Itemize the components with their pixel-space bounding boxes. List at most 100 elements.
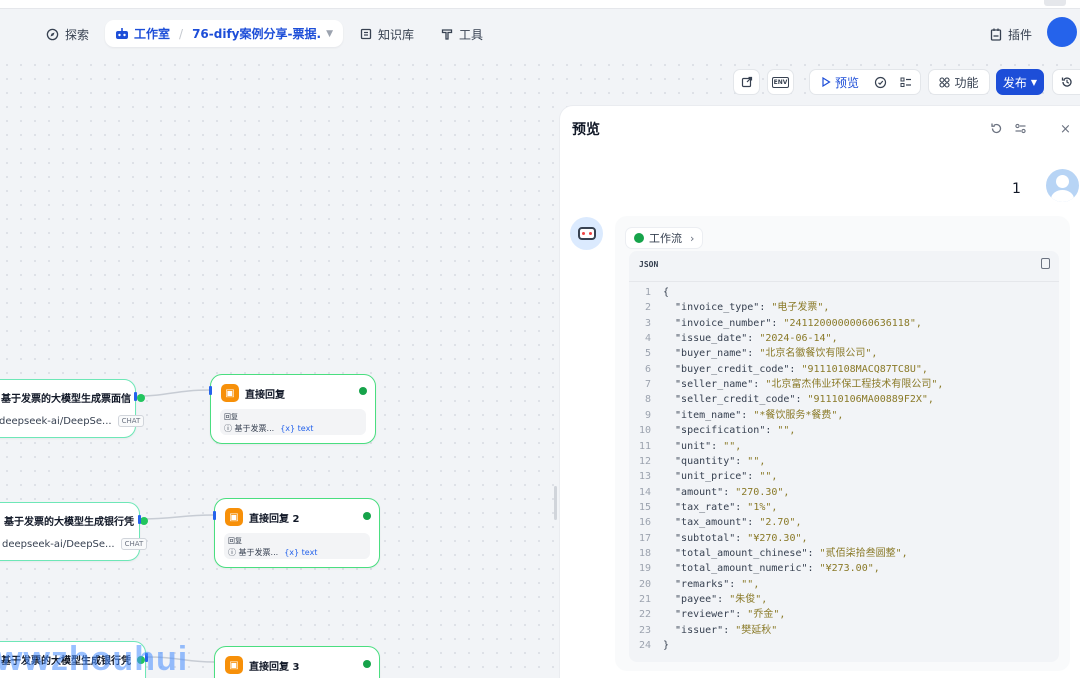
model-name: deepseek-ai/DeepSe...	[0, 415, 112, 427]
line-number: 21	[638, 594, 651, 605]
reply-icon: ▣	[225, 508, 243, 526]
reply-node-title: ▣ 直接回复 2	[225, 508, 299, 526]
reply-node-2[interactable]: ▣ 直接回复 2 回复 ⓘ 基于发票... {x} text	[214, 498, 380, 568]
toolbar-run-group: 预览	[809, 69, 921, 95]
close-icon[interactable]: ×	[1060, 122, 1071, 137]
toolbar-env-button[interactable]: ENV	[767, 69, 794, 95]
nav-plugins[interactable]: 插件	[990, 22, 1032, 46]
publish-label: 发布	[1002, 75, 1027, 90]
line-number: 24	[638, 640, 651, 652]
reply-label: 回复	[224, 413, 238, 421]
window-control[interactable]	[1044, 0, 1066, 6]
account-avatar[interactable]	[1047, 17, 1077, 47]
code-line: 8 "seller_credit_code": "91110106MA00889…	[629, 392, 934, 407]
code-line: 20 "remarks": "",	[629, 577, 759, 592]
json-key: "quantity":	[663, 455, 748, 467]
json-key: "issue_date":	[663, 333, 760, 345]
code-language: JSON	[639, 260, 659, 269]
json-value: "朱俊",	[729, 594, 768, 605]
code-line: 7 "seller_name": "北京富杰伟业环保工程技术有限公司",	[629, 377, 943, 392]
line-number: 19	[638, 563, 651, 575]
code-line: 13 "unit_price": "",	[629, 469, 777, 484]
json-key: "buyer_name":	[663, 348, 760, 360]
success-check-icon	[363, 660, 371, 668]
bot-avatar	[570, 217, 603, 250]
json-value: "",	[777, 425, 796, 437]
toolbar-open-button[interactable]	[733, 69, 760, 95]
json-value: "24112000000060636118",	[783, 317, 922, 329]
code-line: 18 "total_amount_chinese": "贰佰柒拾叁圆整",	[629, 546, 908, 561]
line-number: 22	[638, 609, 651, 621]
line-number: 13	[638, 471, 651, 483]
workflow-status-chip[interactable]: 工作流 ›	[625, 227, 704, 249]
reply-source: 基于发票...	[238, 548, 279, 557]
model-row: deepseek-ai/DeepSe... CHAT	[2, 538, 148, 550]
line-number: 6	[644, 363, 651, 375]
json-value: "2.70",	[759, 517, 802, 529]
reply-node-title-text: 直接回复	[245, 389, 285, 401]
panel-resize-handle[interactable]	[554, 486, 557, 520]
json-value: "¥270.30",	[747, 532, 808, 544]
reply-node-3[interactable]: ▣ 直接回复 3	[214, 646, 380, 678]
code-line: 23 "issuer": "樊延秋"	[629, 623, 777, 638]
restart-icon[interactable]	[990, 122, 1003, 138]
code-token: }	[663, 640, 670, 652]
input-handle[interactable]	[209, 386, 212, 395]
llm-node-2[interactable]: 基于发票的大模型生成银行凭 deepseek-ai/DeepSe... CHAT	[0, 502, 148, 561]
features-button[interactable]: 功能	[928, 69, 990, 95]
model-row: deepseek-ai/DeepSe... CHAT	[0, 415, 145, 427]
line-number: 3	[644, 317, 651, 329]
line-number: 2	[644, 302, 651, 314]
chevron-right-icon: ›	[690, 231, 695, 245]
external-link-icon	[741, 76, 752, 88]
code-line: 5 "buyer_name": "北京名徽餐饮有限公司",	[629, 346, 877, 361]
json-key: "remarks":	[663, 578, 742, 590]
code-line: 24}	[629, 638, 669, 653]
variables-icon[interactable]	[1014, 122, 1027, 138]
output-handle[interactable]	[138, 515, 141, 524]
preview-panel: 预览 × 1 工作流 › JSON 1{2 "invoice_type": "电…	[559, 105, 1080, 678]
output-handle[interactable]	[134, 392, 137, 401]
line-number: 20	[638, 578, 651, 590]
history-check-icon	[874, 76, 887, 88]
code-content[interactable]: 1{2 "invoice_type": "电子发票", 3 "invoice_nu…	[629, 281, 1059, 651]
llm-node-1[interactable]: 基于发票的大模型生成票面信 deepseek-ai/DeepSe... CHAT	[0, 379, 145, 438]
json-key: "tax_amount":	[663, 517, 760, 529]
watermark: wwzhouhui	[0, 640, 189, 678]
reply-content-box: 回复 ⓘ 基于发票... {x} text	[220, 409, 366, 435]
env-icon: ENV	[771, 76, 790, 88]
workflow-chip-label: 工作流	[649, 232, 682, 245]
json-value: "1%",	[747, 501, 778, 513]
reply-label: 回复	[228, 537, 242, 545]
preview-button[interactable]: 预览	[821, 70, 859, 94]
line-number: 8	[644, 394, 651, 406]
llm-node-title-text: 基于发票的大模型生成银行凭	[4, 517, 134, 528]
checklist-button[interactable]	[900, 70, 912, 94]
edge-2	[139, 514, 215, 520]
code-line: 2 "invoice_type": "电子发票",	[629, 300, 829, 315]
reply-node-1[interactable]: ▣ 直接回复 回复 ⓘ 基于发票... {x} text	[210, 374, 376, 444]
reply-node-title-text: 直接回复 2	[249, 513, 300, 525]
json-value: "",	[741, 578, 760, 590]
code-line: 9 "item_name": "*餐饮服务*餐费",	[629, 408, 843, 423]
plugin-icon	[990, 28, 1002, 41]
code-line: 19 "total_amount_numeric": "¥273.00",	[629, 561, 880, 576]
json-key: "issuer":	[663, 624, 736, 636]
features-label: 功能	[954, 75, 979, 90]
nav-plugins-label: 插件	[1008, 27, 1033, 42]
json-value: "2024-06-14",	[759, 333, 838, 345]
input-handle[interactable]	[213, 511, 216, 520]
version-history-button[interactable]	[1052, 69, 1080, 95]
json-value: "樊延秋"	[735, 624, 778, 636]
publish-button[interactable]: 发布 ▼	[996, 69, 1044, 95]
json-value: "¥273.00",	[819, 563, 880, 575]
line-number: 7	[644, 379, 651, 391]
json-key: "invoice_type":	[663, 302, 772, 314]
line-number: 10	[638, 425, 651, 437]
json-value: "270.30",	[735, 486, 790, 498]
run-history-button[interactable]	[874, 70, 887, 94]
llm-node-title-text: 基于发票的大模型生成票面信	[1, 394, 131, 405]
code-line: 10 "specification": "",	[629, 423, 796, 438]
copy-icon[interactable]	[1041, 258, 1050, 269]
panel-title: 预览	[572, 122, 600, 138]
